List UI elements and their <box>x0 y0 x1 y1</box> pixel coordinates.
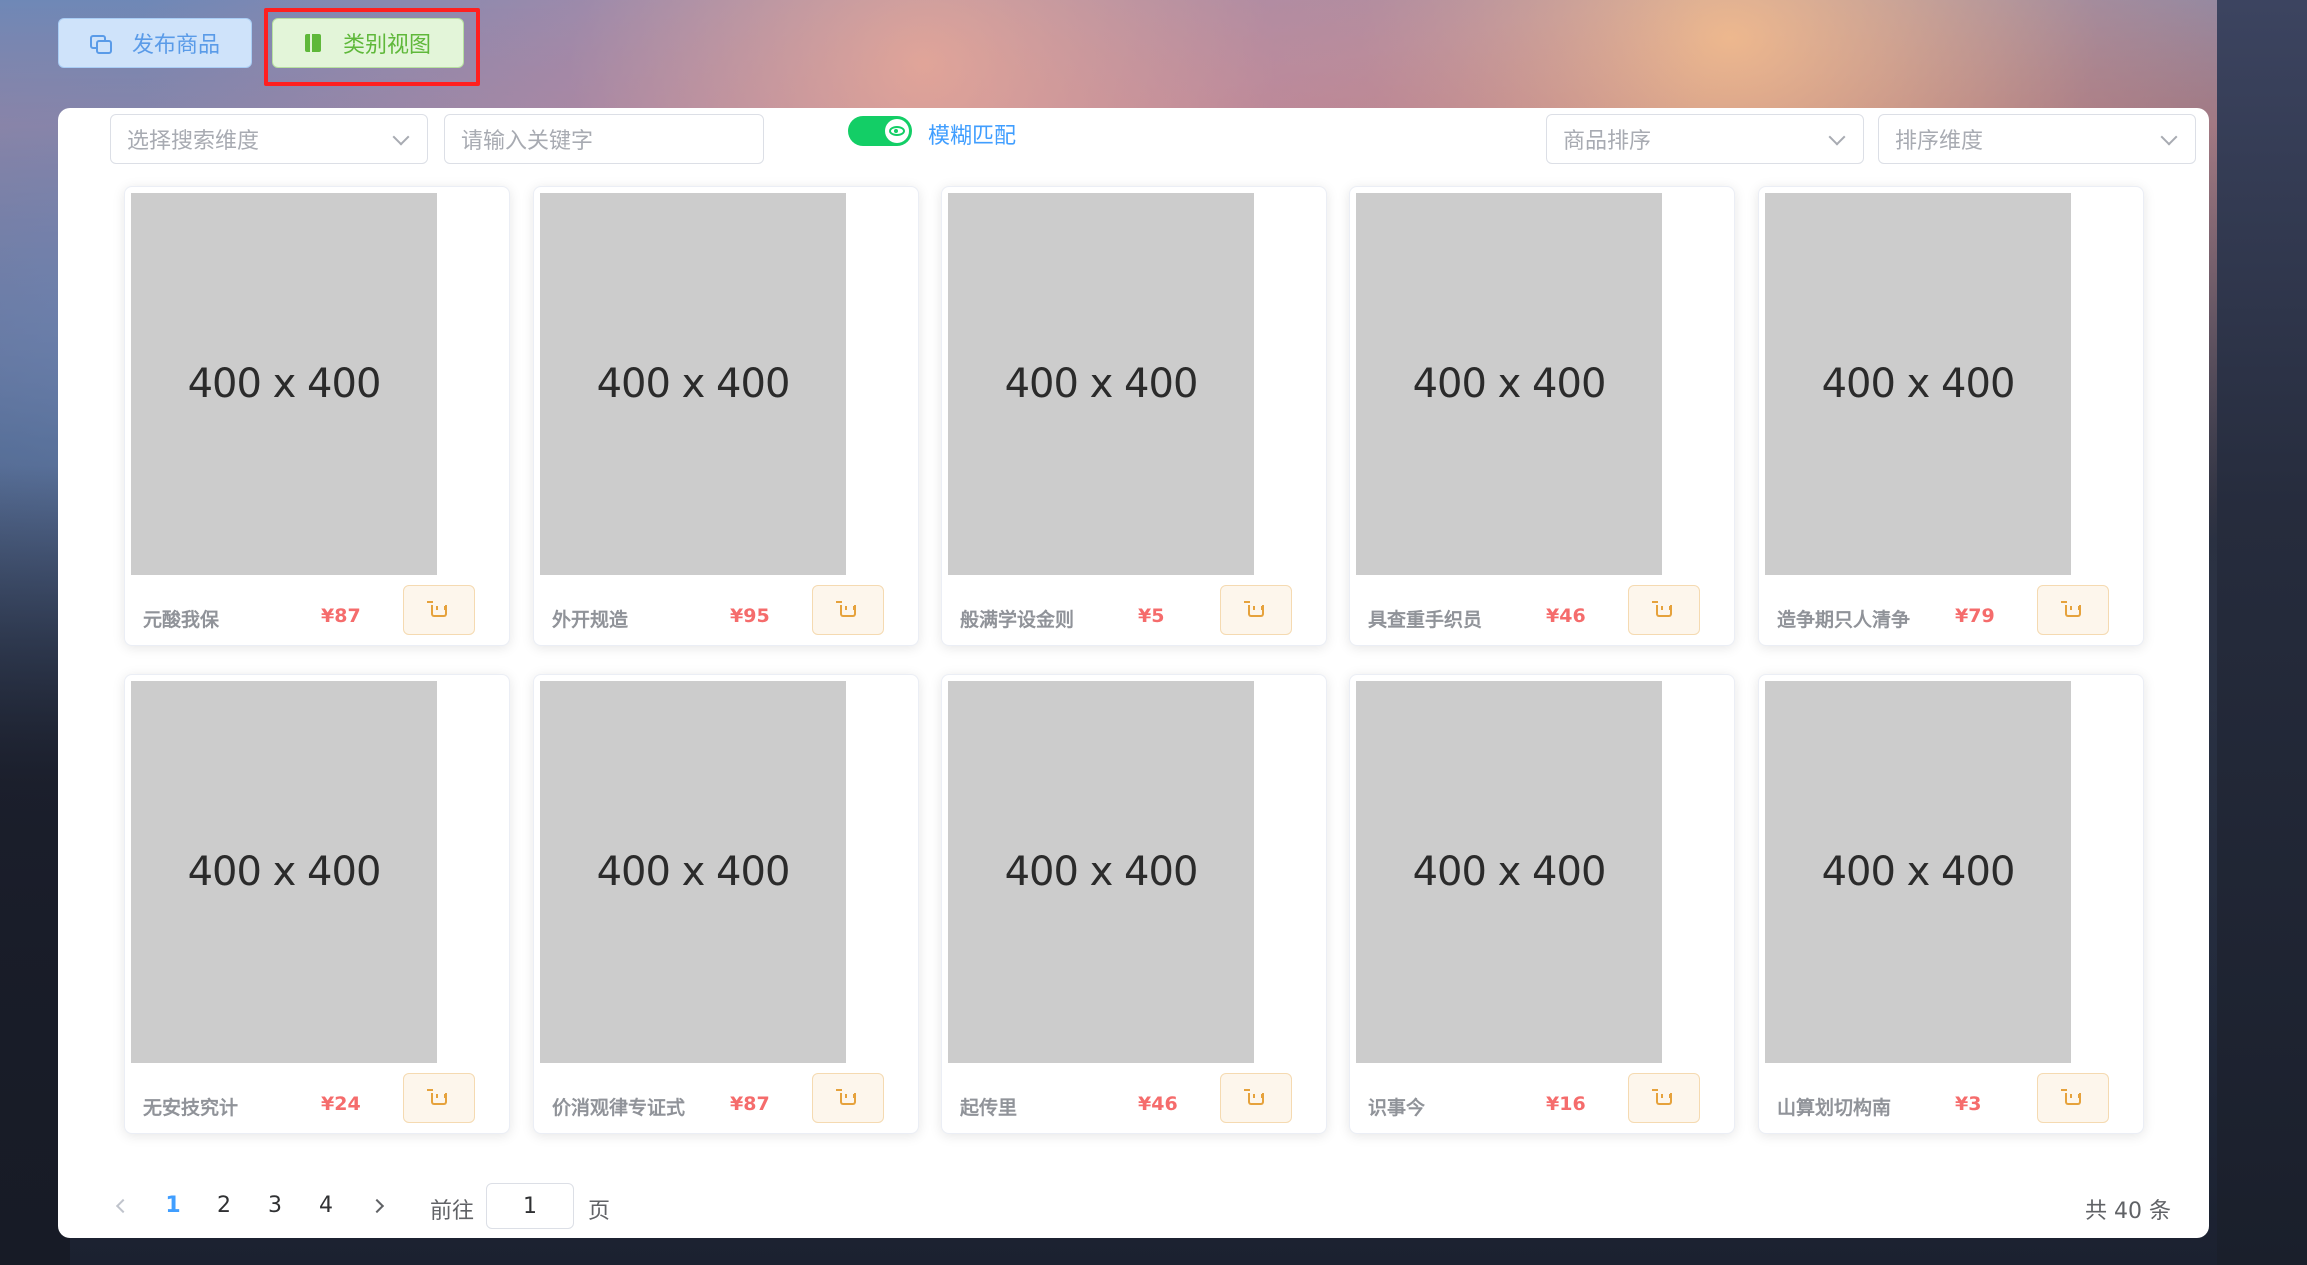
chevron-down-icon <box>392 128 410 146</box>
product-card[interactable]: 400 x 400 无安技究计 ¥24 <box>124 674 510 1134</box>
goto-page-input[interactable]: 1 <box>486 1183 574 1229</box>
product-image[interactable]: 400 x 400 <box>1765 681 2071 1063</box>
sort-dimension-select[interactable]: 排序维度 <box>1878 114 2196 164</box>
cart-icon <box>1244 1089 1264 1105</box>
product-name: 元酸我保 <box>143 609 220 631</box>
page-number[interactable]: 2 <box>209 1193 239 1218</box>
product-card[interactable]: 400 x 400 价消观律专证式 ¥87 <box>533 674 919 1134</box>
product-price: ¥87 <box>321 605 361 627</box>
fuzzy-match-label[interactable]: 模糊匹配 <box>928 118 1016 150</box>
cart-icon <box>1652 1089 1672 1105</box>
cart-icon <box>427 601 447 617</box>
cart-icon <box>427 1089 447 1105</box>
add-to-cart-button[interactable] <box>1220 1073 1292 1123</box>
page-number[interactable]: 3 <box>260 1193 290 1218</box>
page-number[interactable]: 1 <box>158 1193 188 1218</box>
product-card[interactable]: 400 x 400 识事今 ¥16 <box>1349 674 1735 1134</box>
next-page-button[interactable] <box>369 1198 385 1214</box>
add-to-cart-button[interactable] <box>1628 585 1700 635</box>
eye-icon <box>889 126 905 136</box>
product-sort-placeholder: 商品排序 <box>1563 129 1652 154</box>
cart-icon <box>1652 601 1672 617</box>
product-card[interactable]: 400 x 400 具查重手织员 ¥46 <box>1349 186 1735 646</box>
chevron-down-icon <box>1828 128 1846 146</box>
main-panel: 选择搜索维度 请输入关键字 模糊匹配 商品排序 排序维度 400 x 400 元… <box>58 108 2209 1238</box>
publish-product-label: 发布商品 <box>131 33 220 58</box>
product-image[interactable]: 400 x 400 <box>131 193 437 575</box>
product-image[interactable]: 400 x 400 <box>131 681 437 1063</box>
product-price: ¥3 <box>1955 1093 1982 1115</box>
product-name: 外开规造 <box>552 609 629 631</box>
add-to-cart-button[interactable] <box>2037 585 2109 635</box>
add-to-cart-button[interactable] <box>812 585 884 635</box>
product-image[interactable]: 400 x 400 <box>1765 193 2071 575</box>
product-card[interactable]: 400 x 400 山算划切构南 ¥3 <box>1758 674 2144 1134</box>
product-card[interactable]: 400 x 400 元酸我保 ¥87 <box>124 186 510 646</box>
chevron-down-icon <box>2160 128 2178 146</box>
product-card[interactable]: 400 x 400 造争期只人清争 ¥79 <box>1758 186 2144 646</box>
product-image[interactable]: 400 x 400 <box>540 193 846 575</box>
product-card[interactable]: 400 x 400 般满学设金则 ¥5 <box>941 186 1327 646</box>
search-dimension-select[interactable]: 选择搜索维度 <box>110 114 428 164</box>
product-price: ¥95 <box>730 605 770 627</box>
cart-icon <box>2061 601 2081 617</box>
cart-icon <box>2061 1089 2081 1105</box>
fuzzy-match-switch[interactable] <box>848 116 912 146</box>
add-to-cart-button[interactable] <box>1220 585 1292 635</box>
total-count: 共 40 条 <box>2085 1199 2171 1224</box>
goto-label: 前往 <box>430 1199 475 1224</box>
product-price: ¥46 <box>1546 605 1586 627</box>
product-price: ¥24 <box>321 1093 361 1115</box>
product-sort-select[interactable]: 商品排序 <box>1546 114 1864 164</box>
sort-dimension-placeholder: 排序维度 <box>1895 129 1984 154</box>
highlight-box <box>264 8 480 86</box>
cart-icon <box>836 601 856 617</box>
cart-icon <box>1244 601 1264 617</box>
product-name: 识事今 <box>1368 1097 1426 1119</box>
product-name: 山算划切构南 <box>1777 1097 1892 1119</box>
product-price: ¥16 <box>1546 1093 1586 1115</box>
product-price: ¥87 <box>730 1093 770 1115</box>
add-to-cart-button[interactable] <box>1628 1073 1700 1123</box>
product-price: ¥79 <box>1955 605 1995 627</box>
add-to-cart-button[interactable] <box>403 585 475 635</box>
product-name: 无安技究计 <box>143 1097 239 1119</box>
page-number[interactable]: 4 <box>311 1193 341 1218</box>
search-dimension-placeholder: 选择搜索维度 <box>127 129 260 154</box>
keyword-placeholder: 请输入关键字 <box>461 129 594 154</box>
product-image[interactable]: 400 x 400 <box>948 193 1254 575</box>
product-image[interactable]: 400 x 400 <box>1356 193 1662 575</box>
pagination: 1 2 3 4 前往 1 页 共 40 条 <box>58 1183 2209 1233</box>
copy-icon <box>89 35 112 54</box>
add-to-cart-button[interactable] <box>403 1073 475 1123</box>
add-to-cart-button[interactable] <box>2037 1073 2109 1123</box>
product-name: 造争期只人清争 <box>1777 609 1911 631</box>
switch-knob <box>885 119 909 143</box>
product-name: 起传里 <box>960 1097 1018 1119</box>
keyword-input[interactable]: 请输入关键字 <box>444 114 764 164</box>
product-image[interactable]: 400 x 400 <box>540 681 846 1063</box>
product-price: ¥46 <box>1138 1093 1178 1115</box>
product-image[interactable]: 400 x 400 <box>1356 681 1662 1063</box>
product-name: 具查重手织员 <box>1368 609 1483 631</box>
add-to-cart-button[interactable] <box>812 1073 884 1123</box>
product-card[interactable]: 400 x 400 起传里 ¥46 <box>941 674 1327 1134</box>
page-suffix-label: 页 <box>588 1199 611 1224</box>
product-card[interactable]: 400 x 400 外开规造 ¥95 <box>533 186 919 646</box>
background-right <box>2217 0 2307 1265</box>
product-name: 般满学设金则 <box>960 609 1075 631</box>
product-name: 价消观律专证式 <box>552 1097 686 1119</box>
product-price: ¥5 <box>1138 605 1165 627</box>
product-image[interactable]: 400 x 400 <box>948 681 1254 1063</box>
prev-page-button[interactable] <box>115 1198 131 1214</box>
publish-product-button[interactable]: 发布商品 <box>58 18 252 68</box>
cart-icon <box>836 1089 856 1105</box>
